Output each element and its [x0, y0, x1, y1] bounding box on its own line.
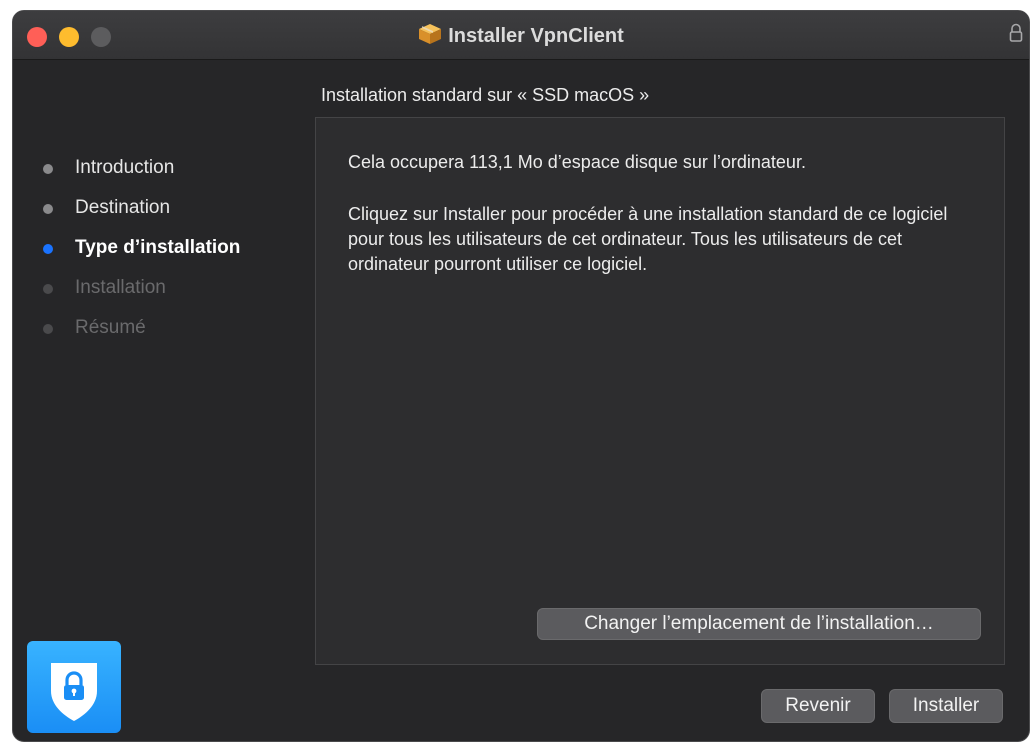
change-location-button[interactable]: Changer l’emplacement de l’installation…: [537, 608, 981, 640]
destination-heading: Installation standard sur « SSD macOS »: [321, 85, 650, 105]
back-button[interactable]: Revenir: [761, 689, 875, 723]
step-bullet: [43, 164, 53, 174]
shield-lock-icon: [27, 641, 121, 733]
content-panel: Cela occupera 113,1 Mo d’espace disque s…: [315, 117, 1005, 665]
step-bullet: [43, 204, 53, 214]
lock-icon: [1009, 23, 1023, 48]
step-label: Type d’installation: [75, 237, 241, 258]
install-button[interactable]: Installer: [889, 689, 1003, 723]
step-label: Installation: [75, 277, 166, 298]
title-bar[interactable]: Installer VpnClient: [13, 11, 1029, 60]
step-bullet: [43, 284, 53, 294]
step-bullet: [43, 324, 53, 334]
install-info-text: Cliquez sur Installer pour procéder à un…: [348, 204, 948, 274]
package-icon: [418, 23, 442, 51]
disk-space-text: Cela occupera 113,1 Mo d’espace disque s…: [348, 152, 806, 172]
window-title: Installer VpnClient: [448, 25, 624, 47]
step-label: Destination: [75, 197, 171, 218]
window-title-group: Installer VpnClient: [13, 23, 1029, 51]
step-label: Introduction: [75, 157, 175, 178]
step-bullet-active: [43, 244, 53, 254]
installer-window: Installer VpnClient Introduction Destina…: [12, 10, 1030, 742]
step-label: Résumé: [75, 317, 146, 338]
